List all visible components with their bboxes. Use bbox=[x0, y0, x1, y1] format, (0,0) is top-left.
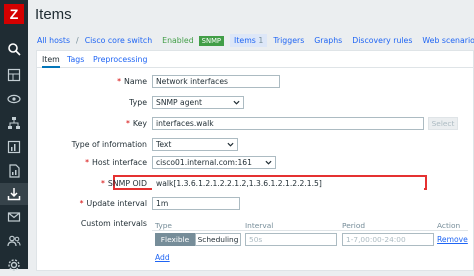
nav-triggers[interactable]: Triggers bbox=[273, 36, 304, 45]
tab-tags[interactable]: Tags bbox=[67, 55, 84, 64]
ci-period-input[interactable]: 1-7,00:00-24:00 bbox=[342, 233, 434, 246]
snmp-oid-label: * SNMP OID bbox=[101, 179, 147, 188]
required-mark: * bbox=[79, 199, 84, 208]
update-interval-label: * Update interval bbox=[80, 199, 147, 208]
dashboard-icon[interactable] bbox=[0, 64, 28, 86]
network-icon[interactable] bbox=[0, 112, 28, 134]
breadcrumb: All hosts / Cisco core switch Enabled SN… bbox=[37, 34, 474, 47]
required-mark: * bbox=[125, 119, 130, 128]
host-interface-label-text: Host interface bbox=[91, 158, 147, 167]
host-interface-select[interactable]: cisco01.internal.com:161 bbox=[152, 156, 276, 169]
key-select-button[interactable]: Select bbox=[428, 117, 458, 130]
nav-discovery-rules[interactable]: Discovery rules bbox=[352, 36, 412, 45]
data-collection-icon[interactable] bbox=[0, 183, 28, 205]
key-label-text: Key bbox=[132, 119, 147, 128]
mail-icon[interactable] bbox=[0, 206, 28, 228]
nav-items-count: 1 bbox=[258, 36, 264, 45]
tab-preprocessing[interactable]: Preprocessing bbox=[93, 55, 147, 64]
tab-item[interactable]: Item bbox=[42, 55, 60, 68]
chart-icon[interactable] bbox=[0, 136, 28, 158]
ci-add-link[interactable]: Add bbox=[155, 253, 170, 262]
breadcrumb-host[interactable]: Cisco core switch bbox=[85, 36, 152, 45]
info-type-select-value: Text bbox=[156, 140, 172, 149]
settings-icon[interactable] bbox=[0, 254, 28, 276]
users-icon[interactable] bbox=[0, 230, 28, 252]
key-input[interactable]: interfaces.walk bbox=[152, 117, 424, 130]
required-mark: * bbox=[85, 158, 89, 167]
chevron-down-icon bbox=[233, 100, 240, 105]
nav-web-scenarios[interactable]: Web scenarios bbox=[422, 36, 474, 45]
required-mark: * bbox=[100, 179, 105, 188]
snmp-badge: SNMP bbox=[198, 35, 225, 46]
key-label: * Key bbox=[126, 119, 147, 128]
type-select-value: SNMP agent bbox=[156, 98, 202, 107]
host-interface-select-value: cisco01.internal.com:161 bbox=[156, 158, 252, 167]
ci-period-header: Period bbox=[342, 221, 366, 230]
ci-remove-link[interactable]: Remove bbox=[437, 235, 468, 244]
nav-items-label: Items bbox=[234, 36, 256, 45]
search-icon[interactable] bbox=[0, 38, 28, 60]
zabbix-logo[interactable]: Z bbox=[4, 4, 24, 24]
report-icon[interactable] bbox=[0, 160, 28, 182]
ci-divider bbox=[152, 230, 468, 231]
form-tabs: Item Tags Preprocessing bbox=[37, 51, 473, 68]
name-input[interactable]: Network interfaces bbox=[152, 75, 280, 88]
name-label-text: Name bbox=[123, 77, 147, 86]
ci-interval-input[interactable]: 50s bbox=[245, 233, 337, 246]
snmp-oid-label-text: SNMP OID bbox=[107, 179, 147, 188]
sidebar: Z bbox=[0, 0, 28, 271]
page-title: Items bbox=[35, 6, 72, 23]
chevron-down-icon bbox=[227, 142, 234, 147]
ci-type-header: Type bbox=[155, 221, 172, 230]
breadcrumb-all-hosts[interactable]: All hosts bbox=[37, 36, 70, 45]
ci-interval-header: Interval bbox=[245, 221, 274, 230]
ci-flexible-toggle[interactable]: Flexible bbox=[155, 233, 195, 246]
ci-scheduling-toggle[interactable]: Scheduling bbox=[195, 233, 241, 246]
update-interval-label-text: Update interval bbox=[86, 199, 147, 208]
info-type-select[interactable]: Text bbox=[152, 138, 238, 151]
host-status[interactable]: Enabled bbox=[162, 36, 194, 45]
item-form-panel: Item Tags Preprocessing * Name Network in… bbox=[36, 50, 474, 271]
type-label: Type bbox=[129, 98, 147, 107]
breadcrumb-separator: / bbox=[76, 36, 79, 45]
required-mark: * bbox=[117, 77, 121, 86]
ci-action-header: Action bbox=[437, 221, 461, 230]
type-select[interactable]: SNMP agent bbox=[152, 96, 244, 109]
main-content: Items All hosts / Cisco core switch Enab… bbox=[28, 0, 474, 271]
host-interface-label: * Host interface bbox=[85, 158, 147, 167]
chevron-down-icon bbox=[265, 160, 272, 165]
update-interval-input[interactable]: 1m bbox=[152, 197, 240, 210]
info-type-label: Type of information bbox=[71, 140, 147, 149]
nav-graphs[interactable]: Graphs bbox=[314, 36, 342, 45]
name-label: * Name bbox=[117, 77, 147, 86]
eye-icon[interactable] bbox=[0, 88, 28, 110]
nav-items[interactable]: Items 1 bbox=[230, 34, 268, 47]
custom-intervals-label: Custom intervals bbox=[80, 219, 147, 228]
snmp-oid-input[interactable]: walk[1.3.6.1.2.1.2.2.1.2,1.3.6.1.2.1.2.2… bbox=[152, 177, 424, 190]
